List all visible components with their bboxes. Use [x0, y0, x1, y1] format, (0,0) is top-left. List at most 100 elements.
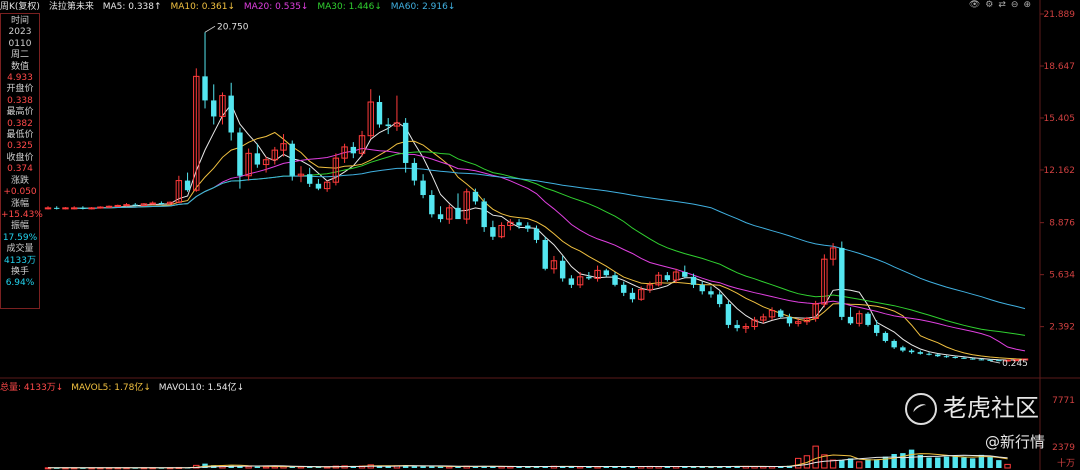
swap-icon[interactable]: ⇄: [998, 0, 1011, 10]
candle: [926, 352, 932, 356]
volume-bar: [1004, 463, 1011, 469]
candle: [437, 206, 444, 223]
candle: [603, 268, 609, 277]
candle-body: [621, 284, 627, 293]
gear-icon[interactable]: ⚙: [985, 0, 998, 10]
info-value: +0.050: [3, 187, 37, 198]
candle-body: [429, 195, 435, 215]
candle-body: [525, 225, 531, 229]
candle: [211, 84, 217, 125]
watermark-brand: 老虎社区: [905, 388, 1039, 425]
annotation-leader: [204, 25, 216, 33]
candle-body: [402, 122, 409, 163]
ma20-label: MA20: 0.535↓: [243, 2, 309, 12]
candle: [44, 206, 52, 210]
volume-tick-label: 十万: [1057, 457, 1075, 469]
chart-period-label[interactable]: 周K(复权): [0, 2, 40, 12]
candle-body: [184, 180, 191, 191]
info-value: 4133万: [4, 255, 36, 266]
candle-body: [961, 357, 967, 359]
candle-body: [44, 207, 52, 210]
volume-bar: [245, 465, 252, 469]
volume-bar: [839, 460, 845, 468]
mavol10-label: MAVOL10: 1.54亿↓: [158, 383, 245, 393]
candle: [315, 178, 322, 191]
price-tick-label: 2.392: [1049, 323, 1075, 333]
candle-body: [917, 352, 924, 354]
info-label: 2023: [8, 27, 32, 38]
volume-bar: [429, 466, 435, 468]
chart-header: 周K(复权) 法拉第未来 MA5: 0.338↑ MA10: 0.361↓ MA…: [0, 0, 1080, 14]
candle: [88, 207, 95, 210]
candle: [105, 205, 113, 208]
candle: [629, 288, 636, 303]
candle: [367, 89, 374, 139]
candle-body: [437, 214, 444, 220]
volume-bar: [856, 461, 863, 469]
volume-bar: [812, 445, 819, 469]
volume-tick-label: 7771: [1052, 396, 1075, 406]
volume-bar: [262, 466, 270, 469]
candle: [856, 310, 863, 327]
candle: [481, 198, 487, 232]
info-value: 4.933: [7, 73, 33, 84]
candle-body: [690, 276, 697, 285]
candle-body: [865, 313, 871, 325]
candle: [149, 201, 156, 205]
candle: [874, 320, 880, 337]
price-tick-label: 18.647: [1044, 62, 1076, 72]
candle-body: [926, 353, 932, 355]
candlestick-series: [44, 32, 1029, 362]
candle-body: [88, 207, 95, 210]
candle: [655, 271, 662, 287]
price-axis: 21.88918.64715.40512.1628.8765.6342.3927…: [1044, 10, 1076, 469]
minus-icon[interactable]: ⊖: [1011, 0, 1024, 10]
candle-body: [629, 292, 636, 300]
candle-body: [62, 207, 69, 210]
candle-body: [105, 205, 113, 208]
info-label: 涨幅: [10, 198, 29, 209]
info-value: 6.94%: [5, 278, 35, 289]
candle: [237, 127, 243, 189]
candle: [323, 180, 331, 192]
candle-body: [411, 162, 418, 181]
candle-body: [490, 227, 496, 237]
volume-bar: [420, 466, 426, 468]
volume-tick-label: 2379: [1052, 443, 1075, 453]
candle: [621, 281, 627, 297]
volume-bar: [437, 466, 444, 468]
candle: [175, 175, 183, 204]
candle: [891, 339, 897, 349]
candle-body: [97, 206, 104, 209]
ma10-label: MA10: 0.361↓: [170, 2, 236, 12]
candle-body: [202, 76, 208, 101]
candle-body: [80, 207, 86, 209]
info-label: 0110: [8, 38, 32, 49]
candle: [708, 286, 714, 298]
candle: [62, 207, 69, 210]
eye-icon[interactable]: 👁: [969, 0, 985, 10]
info-value: 17.59%: [2, 232, 38, 243]
info-label: 收盘价: [6, 152, 34, 163]
mavol-line: [48, 454, 1008, 469]
plus-icon[interactable]: ⊕: [1023, 0, 1036, 10]
info-value: 0.338: [7, 95, 33, 106]
info-label: 涨跌: [10, 175, 29, 186]
candle: [184, 172, 191, 192]
candle: [490, 220, 496, 240]
candle: [70, 206, 78, 210]
candle-body: [734, 324, 740, 329]
annotation-high-label: 20.750: [217, 22, 249, 32]
candle-body: [254, 153, 261, 165]
ma5-label: MA5: 0.338↑: [102, 2, 162, 12]
candle: [742, 323, 750, 333]
candle-body: [559, 260, 566, 279]
candle: [446, 204, 453, 224]
candle: [943, 355, 950, 358]
volume-bar: [794, 457, 802, 469]
candle-body: [306, 174, 313, 184]
candle: [682, 265, 688, 279]
candle: [350, 142, 357, 159]
volume-bar: [926, 457, 932, 468]
volume-bar: [882, 456, 889, 468]
